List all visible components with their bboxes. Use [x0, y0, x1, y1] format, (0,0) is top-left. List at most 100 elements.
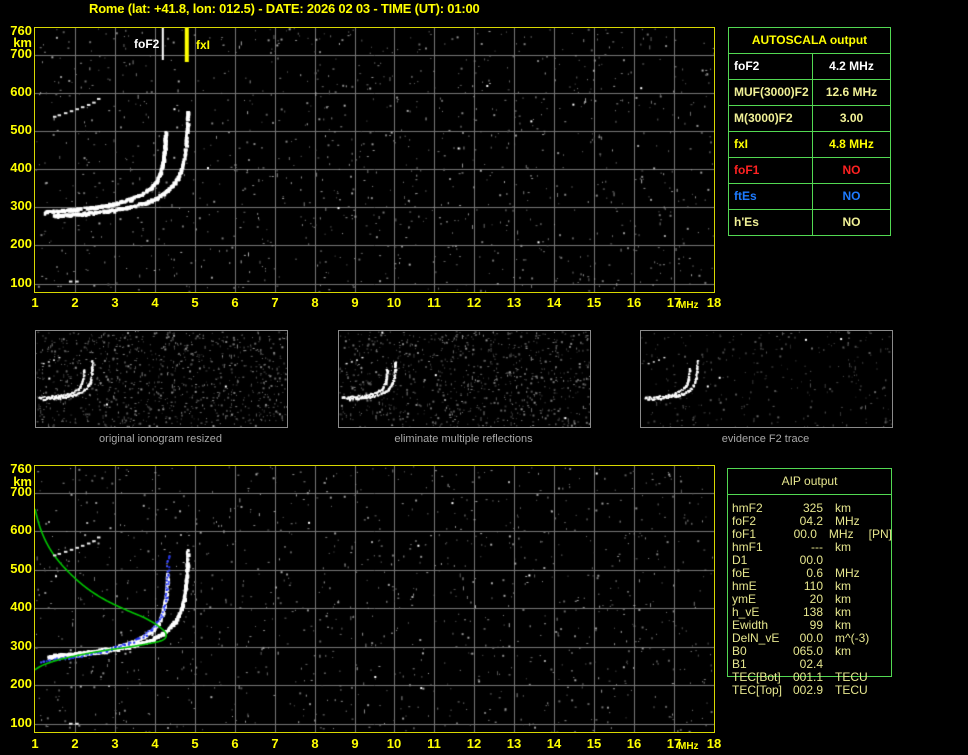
autoscala-row-value: NO: [842, 215, 861, 229]
aip-table: AIP output hmF2 325 km foF2 04.2 MHz foF1 00.0 M…: [727, 468, 893, 703]
y-axis-tick-label: 200: [10, 676, 32, 691]
autoscala-row-fof1: foF1 NO: [729, 158, 890, 184]
thumbnail-caption-eliminate: eliminate multiple reflections: [394, 433, 533, 445]
fof2-marker-label: foF2: [134, 37, 160, 51]
x-axis-tick-label: 16: [626, 736, 642, 751]
x-axis-tick-label: 16: [626, 295, 642, 310]
autoscala-rows: foF2 4.2 MHz MUF(3000)F2 12.6 MHz M(3000)F2 3…: [729, 54, 890, 235]
y-axis-tick-label: 500: [10, 122, 32, 137]
autoscala-row-label: M(3000)F2: [729, 106, 813, 131]
y-axis-tick-label: 400: [10, 160, 32, 175]
y-axis-tick-label: 500: [10, 561, 32, 576]
y-axis-tick-label: 100: [10, 275, 32, 290]
autoscala-row-label: foF2: [729, 54, 813, 79]
x-axis-tick-label: 15: [586, 736, 602, 751]
y-axis-tick-label: 300: [10, 638, 32, 653]
x-axis-tick-label: 1: [31, 736, 39, 751]
top-ionogram-plot: [34, 27, 715, 293]
autoscala-row-value: NO: [842, 189, 861, 203]
autoscala-row-value: 3.00: [839, 111, 864, 125]
autoscala-row-fof2: foF2 4.2 MHz: [729, 54, 890, 80]
autoscala-row-label: foF1: [729, 158, 813, 183]
x-axis-tick-label: 15: [586, 295, 602, 310]
thumbnail-eliminate-canvas: [339, 331, 590, 427]
x-axis-unit-label: MHz: [678, 300, 699, 311]
aip-row-tec-top-: TEC[Top] 002.9 TECU: [732, 684, 892, 697]
x-axis-tick-label: 7: [271, 295, 279, 310]
autoscala-row-value: 12.6 MHz: [825, 85, 878, 99]
x-axis-tick-label: 3: [111, 736, 119, 751]
x-axis-tick-label: 8: [311, 736, 319, 751]
autoscala-row-label: MUF(3000)F2: [729, 80, 813, 105]
y-axis-tick-label: 200: [10, 236, 32, 251]
y-axis-tick-label: 600: [10, 84, 32, 99]
x-axis-tick-label: 13: [506, 736, 522, 751]
x-axis-tick-label: 5: [191, 736, 199, 751]
station-title: Rome (lat: +41.8, lon: 012.5) - DATE: 20…: [89, 1, 480, 16]
autoscala-row-label: h'Es: [729, 210, 813, 235]
fxi-marker-label: fxI: [196, 38, 211, 52]
autoscala-app-window: { "title": "Rome (lat: +41.8, lon: 012.5…: [0, 0, 968, 755]
x-axis-tick-label: 12: [466, 736, 482, 751]
x-axis-tick-label: 8: [311, 295, 319, 310]
x-axis-tick-label: 14: [546, 295, 562, 310]
aip-unit: TECU: [835, 683, 868, 697]
aip-unit: km: [835, 540, 851, 554]
aip-header-divider: [727, 494, 892, 495]
thumbnail-f2-trace: [640, 330, 893, 428]
autoscala-row-value: 4.2 MHz: [829, 59, 874, 73]
x-axis-unit-label: MHz: [678, 741, 699, 752]
x-axis-tick-label: 7: [271, 736, 279, 751]
autoscala-row-label: fxI: [729, 132, 813, 157]
x-axis-tick-label: 2: [71, 295, 79, 310]
x-axis-tick-label: 9: [351, 736, 359, 751]
x-axis-tick-label: 4: [151, 736, 159, 751]
autoscala-table: AUTOSCALA output foF2 4.2 MHz MUF(3000)F2 1…: [728, 27, 891, 236]
y-axis-unit-label: km: [13, 35, 32, 50]
x-axis-tick-label: 18: [706, 295, 722, 310]
autoscala-row-h-es: h'Es NO: [729, 210, 890, 235]
autoscala-row-fxi: fxI 4.8 MHz: [729, 132, 890, 158]
aip-name: TEC[Top]: [732, 683, 783, 697]
x-axis-tick-label: 1: [31, 295, 39, 310]
y-axis-tick-label: 300: [10, 198, 32, 213]
y-axis-unit-label: km: [13, 474, 32, 489]
thumbnail-eliminate-reflections: [338, 330, 591, 428]
y-axis-tick-label: 600: [10, 522, 32, 537]
x-axis-tick-label: 6: [231, 736, 239, 751]
x-axis-tick-label: 6: [231, 295, 239, 310]
autoscala-row-m-3000-f2: M(3000)F2 3.00: [729, 106, 890, 132]
thumbnail-caption-original: original ionogram resized: [99, 433, 222, 445]
x-axis-tick-label: 5: [191, 295, 199, 310]
autoscala-row-value: NO: [842, 163, 861, 177]
autoscala-row-label: ftEs: [729, 184, 813, 209]
x-axis-tick-label: 3: [111, 295, 119, 310]
y-axis-tick-label: 100: [10, 715, 32, 730]
y-axis-tick-label: 400: [10, 599, 32, 614]
x-axis-tick-label: 13: [506, 295, 522, 310]
autoscala-row-ftes: ftEs NO: [729, 184, 890, 210]
autoscala-row-muf-3000-f2: MUF(3000)F2 12.6 MHz: [729, 80, 890, 106]
thumbnail-original-canvas: [36, 331, 287, 427]
x-axis-tick-label: 18: [706, 736, 722, 751]
bottom-ionogram-canvas: [35, 466, 714, 732]
thumbnail-f2-canvas: [641, 331, 892, 427]
thumbnail-original-ionogram: [35, 330, 288, 428]
aip-rows: hmF2 325 km foF2 04.2 MHz foF1 00.0 MHz [PN] hmF1-…: [732, 502, 892, 697]
x-axis-tick-label: 2: [71, 736, 79, 751]
x-axis-tick-label: 10: [386, 736, 402, 751]
x-axis-tick-label: 4: [151, 295, 159, 310]
x-axis-tick-label: 14: [546, 736, 562, 751]
aip-unit: km: [835, 644, 851, 658]
x-axis-tick-label: 12: [466, 295, 482, 310]
autoscala-row-value: 4.8 MHz: [829, 137, 874, 151]
bottom-ionogram-plot: [34, 465, 715, 733]
x-axis-tick-label: 10: [386, 295, 402, 310]
x-axis-tick-label: 11: [427, 736, 441, 751]
thumbnail-caption-f2trace: evidence F2 trace: [721, 433, 810, 445]
top-ionogram-canvas: [35, 28, 714, 292]
aip-value: 002.9: [792, 683, 823, 697]
x-axis-tick-label: 9: [351, 295, 359, 310]
x-axis-tick-label: 11: [427, 295, 441, 310]
autoscala-table-title: AUTOSCALA output: [729, 28, 890, 54]
